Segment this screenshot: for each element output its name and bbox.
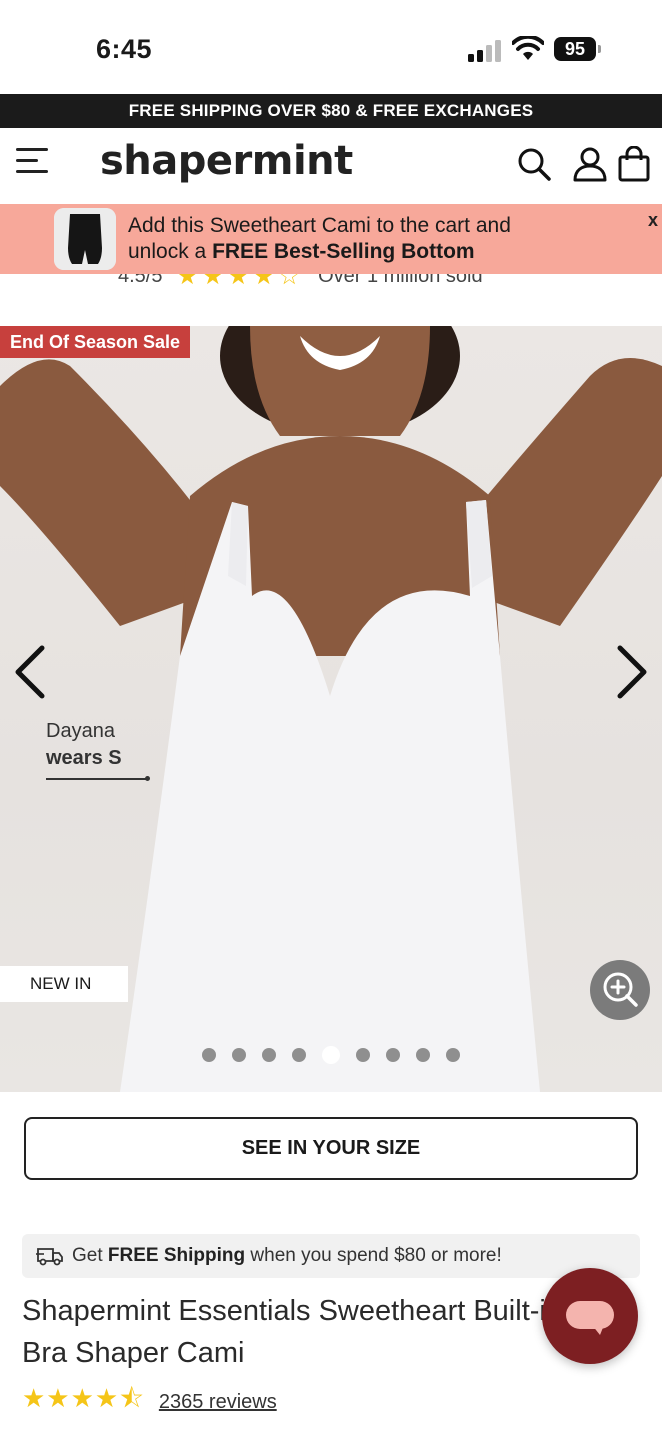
promo-bar: FREE SHIPPING OVER $80 & FREE EXCHANGES: [0, 94, 662, 128]
upsell-product-thumbnail: [54, 208, 116, 270]
product-image-carousel[interactable]: End Of Season Sale Dayana wears S NEW IN: [0, 326, 662, 1092]
hamburger-menu-icon[interactable]: [16, 146, 50, 176]
upsell-close-button[interactable]: x: [648, 210, 658, 231]
shipping-prefix: Get: [72, 1245, 108, 1266]
shopping-bag-icon[interactable]: [616, 146, 652, 182]
free-shipping-note: Get FREE Shipping when you spend $80 or …: [22, 1234, 640, 1278]
status-time: 6:45: [96, 34, 153, 64]
upsell-line-2: unlock a FREE Best-Selling Bottom: [128, 239, 511, 265]
model-name: Dayana: [46, 720, 115, 742]
carousel-dot[interactable]: [322, 1046, 340, 1064]
shipping-highlight: FREE Shipping: [107, 1245, 246, 1266]
delivery-truck-icon: [36, 1248, 63, 1266]
product-title: Shapermint Essentials Sweetheart Built-i…: [22, 1295, 562, 1369]
upsell-line-1: Add this Sweetheart Cami to the cart and: [128, 214, 511, 237]
product-rating: ★★★★⯪ 2365 reviews: [22, 1380, 277, 1424]
model-size: wears S: [46, 747, 122, 769]
carousel-dot[interactable]: [356, 1048, 370, 1062]
upsell-banner[interactable]: Add this Sweetheart Cami to the cart and…: [0, 204, 662, 274]
clipped-rating-row: 4.5/5 ★★★★☆ Over 1 million sold: [0, 274, 662, 326]
zoom-in-icon: [603, 972, 638, 1007]
upsell-message: Add this Sweetheart Cami to the cart and…: [128, 213, 511, 265]
carousel-dot[interactable]: [262, 1048, 276, 1062]
carousel-pagination: [0, 1046, 662, 1064]
sold-count: Over 1 million sold: [318, 274, 483, 287]
account-icon[interactable]: [572, 146, 608, 182]
carousel-dot[interactable]: [416, 1048, 430, 1062]
see-in-your-size-button[interactable]: SEE IN YOUR SIZE: [24, 1117, 638, 1180]
rating-score: 4.5/5: [118, 274, 163, 287]
status-bar: 6:45 95: [0, 0, 662, 94]
zoom-button[interactable]: [590, 960, 650, 1020]
carousel-dot[interactable]: [446, 1048, 460, 1062]
search-icon[interactable]: [516, 146, 552, 182]
cellular-signal-icon: [468, 40, 501, 62]
carousel-dot[interactable]: [292, 1048, 306, 1062]
sale-badge: End Of Season Sale: [0, 326, 191, 358]
reviews-link[interactable]: 2365 reviews: [159, 1391, 277, 1414]
shapermint-logo[interactable]: shapermint: [100, 138, 353, 184]
star-rating-icon: ★★★★⯪: [22, 1383, 145, 1413]
wifi-icon: [512, 36, 544, 60]
carousel-dot[interactable]: [202, 1048, 216, 1062]
battery-tip: [598, 45, 601, 53]
caption-pointer-line: [46, 776, 150, 781]
shipping-suffix: when you spend $80 or more!: [245, 1245, 502, 1266]
new-in-badge: NEW IN: [0, 966, 128, 1002]
carousel-prev-icon[interactable]: [10, 642, 50, 702]
carousel-next-icon[interactable]: [612, 642, 652, 702]
site-header: shapermint: [0, 128, 662, 204]
chat-bubble-icon: [566, 1301, 614, 1335]
upsell-line-2-prefix: unlock a: [128, 240, 213, 263]
upsell-offer: FREE Best-Selling Bottom: [212, 240, 475, 263]
carousel-dot[interactable]: [386, 1048, 400, 1062]
battery-indicator: 95: [554, 37, 596, 61]
carousel-dot[interactable]: [232, 1048, 246, 1062]
model-size-caption: Dayana wears S: [46, 720, 150, 781]
rating-stars-icon: ★★★★☆: [176, 274, 305, 290]
chat-button[interactable]: [542, 1268, 638, 1364]
